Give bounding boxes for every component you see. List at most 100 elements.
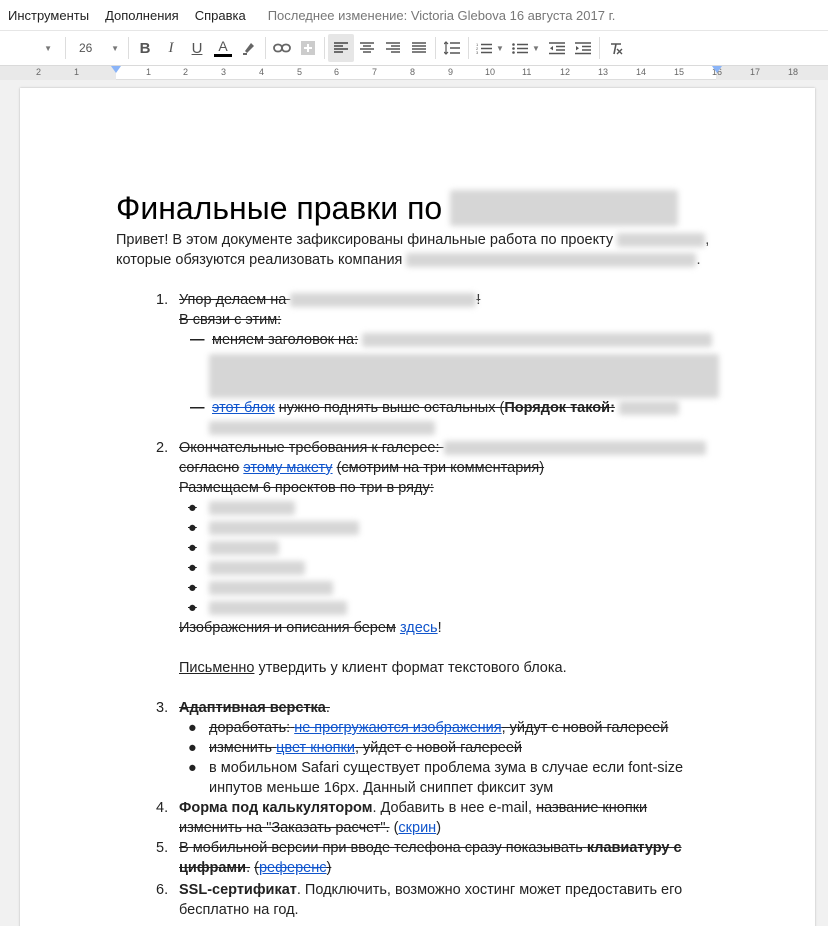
source-link[interactable]: здесь — [400, 620, 438, 636]
bullet-icon: ● — [188, 580, 197, 596]
punctuation: ) — [436, 820, 442, 836]
right-indent-marker[interactable] — [712, 66, 722, 73]
horizontal-ruler[interactable]: 2 1 1 2 3 4 5 6 7 8 9 10 11 12 13 14 15 … — [0, 66, 828, 80]
align-justify-button[interactable] — [406, 34, 432, 62]
bold-button[interactable]: B — [132, 34, 158, 62]
document-body[interactable]: Финальные правки по Привет! В этом докум… — [116, 186, 726, 920]
list-item-2-line-4: Изображения и описания берем здесь! — [116, 618, 726, 638]
list-number: 4. — [156, 800, 169, 816]
button-color-link[interactable]: цвет кнопки — [276, 740, 355, 756]
screenshot-link[interactable]: скрин — [398, 820, 436, 836]
align-left-icon — [334, 42, 348, 53]
highlight-button[interactable] — [236, 34, 262, 62]
item-bold-text: клавиатуру с — [586, 840, 682, 856]
ruler-number: 12 — [560, 67, 571, 77]
ruler-number: 7 — [372, 67, 378, 77]
bullet-icon: ● — [188, 720, 197, 736]
align-center-button[interactable] — [354, 34, 380, 62]
item-bold-text: Форма под калькулятором — [179, 800, 373, 816]
clear-formatting-button[interactable] — [603, 34, 629, 62]
bulleted-list-button[interactable]: ▼ — [508, 34, 544, 62]
document-page[interactable]: Финальные правки по Привет! В этом докум… — [20, 88, 815, 926]
punctuation: . — [246, 860, 251, 876]
ruler-number: 2 — [183, 67, 189, 77]
list-item-4: 4. Форма под калькулятором. Добавить в н… — [116, 798, 726, 818]
list-item-3-bullet-1: ● доработать: не прогружаются изображени… — [116, 718, 726, 738]
item-text: . Добавить в нее e-mail, — [372, 800, 533, 816]
menu-help[interactable]: Справка — [195, 8, 246, 23]
bullet-icon: ● — [188, 520, 197, 536]
toolbar-divider — [265, 37, 266, 59]
redacted-text — [209, 501, 295, 516]
project-bullet: ● — [116, 518, 726, 538]
item-bold-text: SSL-сертификат — [179, 882, 297, 898]
decrease-indent-button[interactable] — [544, 34, 570, 62]
insert-link-button[interactable] — [269, 34, 295, 62]
font-family-dropdown[interactable]: ▼ — [0, 34, 62, 62]
menu-tools[interactable]: Инструменты — [8, 8, 89, 23]
align-right-button[interactable] — [380, 34, 406, 62]
menu-addons[interactable]: Дополнения — [105, 8, 179, 23]
redacted-text — [209, 601, 347, 616]
align-right-icon — [386, 42, 400, 53]
ruler-number: 15 — [674, 67, 685, 77]
item-text: . Подключить, возможно хостинг может пре… — [296, 882, 683, 898]
redacted-text — [209, 581, 333, 596]
ruler-left-margin — [0, 66, 116, 80]
chevron-down-icon: ▼ — [496, 43, 504, 53]
align-left-button[interactable] — [328, 34, 354, 62]
font-size-dropdown[interactable]: 26 ▼ — [69, 34, 125, 62]
ruler-number: 1 — [74, 67, 80, 77]
item-text: Упор делаем на — [179, 292, 287, 308]
increase-indent-button[interactable] — [570, 34, 596, 62]
last-edit-link[interactable]: Последнее изменение: Victoria Glebova 16… — [268, 8, 616, 23]
list-item-2-line-2: согласно этому макету (смотрим на три ко… — [116, 458, 726, 478]
block-link[interactable]: этот блок — [212, 400, 275, 416]
ruler-number: 5 — [297, 67, 303, 77]
ruler-number: 10 — [485, 67, 496, 77]
list-number: 1. — [156, 292, 169, 308]
reference-link[interactable]: референс — [259, 860, 327, 876]
text-color-button[interactable]: A — [210, 34, 236, 62]
redacted-text — [618, 401, 679, 416]
project-bullet: ● — [116, 598, 726, 618]
underline-button[interactable]: U — [184, 34, 210, 62]
bullet-icon: ● — [188, 760, 197, 776]
bulleted-list-icon — [512, 42, 529, 54]
line-spacing-button[interactable] — [439, 34, 465, 62]
italic-button[interactable]: I — [158, 34, 184, 62]
list-number: 5. — [156, 840, 169, 856]
item-text: инпутов меньше 16px. Данный сниппет фикс… — [209, 780, 554, 796]
list-item-1: 1. Упор делаем на ! — [116, 290, 726, 310]
highlight-icon — [243, 43, 254, 55]
list-item-5-cont: цифрами. (референс) — [116, 858, 726, 878]
font-size-value: 26 — [79, 41, 93, 55]
list-item-1-bullet-2: — этот блок нужно поднять выше остальных… — [116, 398, 726, 418]
bullet-icon: — — [190, 400, 205, 416]
list-number: 3. — [156, 700, 169, 716]
mockup-link[interactable]: этому макету — [243, 460, 332, 476]
ruler-number: 17 — [750, 67, 761, 77]
ruler-number: 1 — [146, 67, 152, 77]
intro-line-2: которые обязуются реализовать компания . — [116, 250, 726, 270]
redacted-text — [617, 233, 706, 248]
toolbar-divider — [599, 37, 600, 59]
insert-comment-button[interactable] — [295, 34, 321, 62]
images-link[interactable]: не прогружаются изображения — [294, 720, 501, 736]
ruler-number: 6 — [334, 67, 340, 77]
item-bold-text: цифрами — [179, 860, 247, 876]
bullet-icon: ● — [188, 740, 197, 756]
item-text: (смотрим на три комментария) — [336, 460, 545, 476]
list-item-1-bullet-1: — меняем заголовок на: — [116, 330, 726, 350]
decrease-indent-icon — [549, 41, 565, 54]
toolbar-divider — [128, 37, 129, 59]
list-item-6-cont: бесплатно на год. — [116, 900, 726, 920]
underline-icon: U — [191, 39, 203, 57]
left-indent-marker[interactable] — [111, 66, 121, 73]
text-color-icon: A — [218, 38, 228, 54]
numbered-list-button[interactable]: 123 ▼ — [472, 34, 508, 62]
bold-icon: B — [139, 39, 151, 57]
punctuation: ! — [437, 620, 442, 636]
intro-text: Привет! В этом документе зафиксированы ф… — [116, 232, 614, 248]
